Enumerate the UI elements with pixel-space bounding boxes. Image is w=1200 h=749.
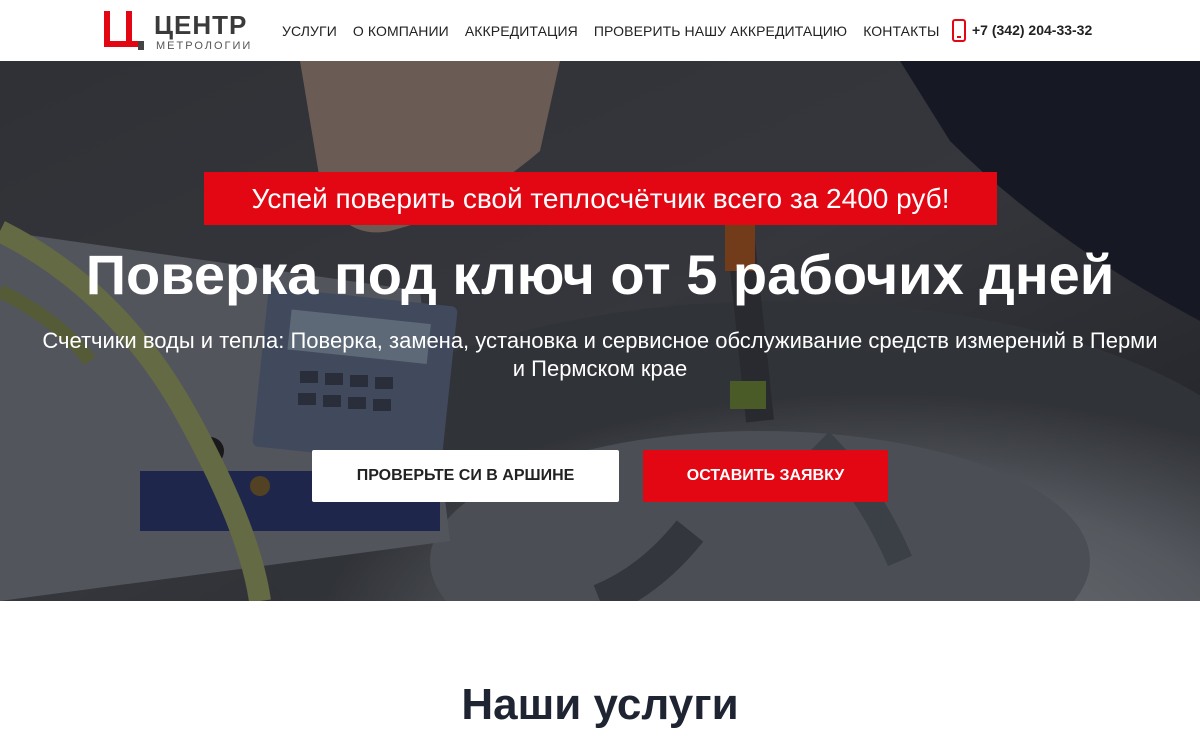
header-phone[interactable]: +7 (342) 204-33-32 xyxy=(952,18,1092,42)
check-arshin-button[interactable]: ПРОВЕРЬТЕ СИ В АРШИНЕ xyxy=(312,450,619,502)
nav-item-about[interactable]: О КОМПАНИИ xyxy=(353,23,449,39)
logo-mark-icon xyxy=(104,11,144,50)
nav-item-services[interactable]: УСЛУГИ xyxy=(282,23,337,39)
logo-subtitle: МЕТРОЛОГИИ xyxy=(156,40,253,52)
main-nav: УСЛУГИ О КОМПАНИИ АККРЕДИТАЦИЯ ПРОВЕРИТЬ… xyxy=(282,0,956,61)
hero-subtitle: Счетчики воды и тепла: Поверка, замена, … xyxy=(42,328,1158,381)
promo-banner: Успей поверить свой теплосчётчик всего з… xyxy=(204,172,997,225)
logo[interactable]: ЦЕНТР МЕТРОЛОГИИ xyxy=(104,8,256,54)
phone-icon xyxy=(952,18,966,42)
nav-item-accreditation[interactable]: АККРЕДИТАЦИЯ xyxy=(465,23,578,39)
leave-request-button[interactable]: ОСТАВИТЬ ЗАЯВКУ xyxy=(643,450,888,502)
hero-title: Поверка под ключ от 5 рабочих дней xyxy=(85,243,1115,306)
site-header: ЦЕНТР МЕТРОЛОГИИ УСЛУГИ О КОМПАНИИ АККРЕ… xyxy=(0,0,1200,61)
phone-number[interactable]: +7 (342) 204-33-32 xyxy=(972,22,1092,38)
nav-item-check-accreditation[interactable]: ПРОВЕРИТЬ НАШУ АККРЕДИТАЦИЮ xyxy=(594,23,847,39)
logo-title: ЦЕНТР xyxy=(154,10,248,40)
hero-section: Успей поверить свой теплосчётчик всего з… xyxy=(0,61,1200,601)
nav-item-contacts[interactable]: КОНТАКТЫ xyxy=(863,23,939,39)
services-section-title: Наши услуги xyxy=(461,680,739,729)
